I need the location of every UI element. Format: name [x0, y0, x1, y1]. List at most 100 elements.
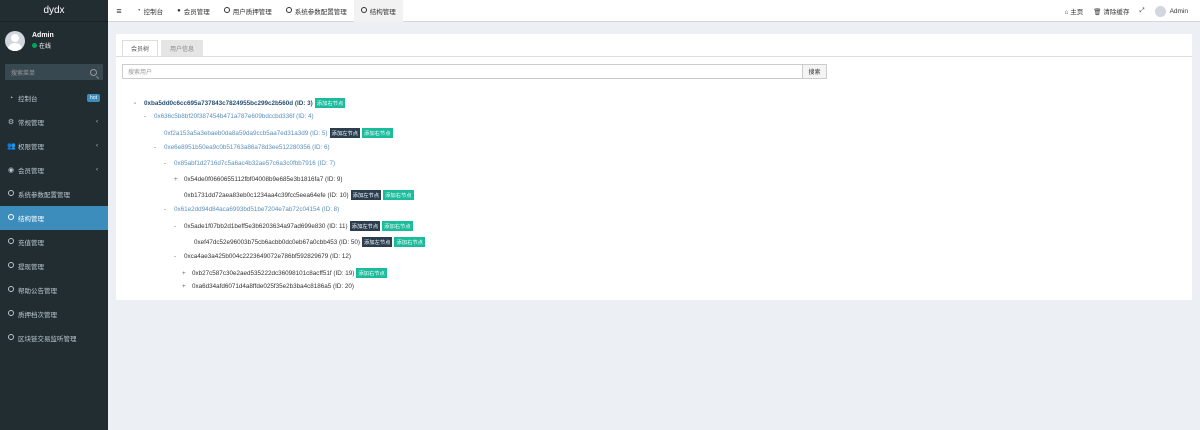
sidebar-item-dashboard[interactable]: ◔ 控制台 hot	[0, 86, 108, 110]
tree-node-label: 0xca4ae3a425b004c2223649072e786bf5928296…	[184, 253, 352, 260]
chevron-left-icon: ‹	[96, 143, 98, 149]
sidebar-search-input[interactable]: 搜索菜单	[5, 64, 103, 80]
add-left-node-button[interactable]: 添加左节点	[350, 190, 382, 200]
add-right-node-button[interactable]: 添加右节点	[383, 190, 414, 200]
tab-system-config[interactable]: 系统参数配置管理	[279, 0, 354, 22]
circle-icon	[360, 6, 367, 15]
avatar	[5, 31, 25, 51]
chevron-left-icon: ‹	[96, 167, 98, 173]
add-left-node-button[interactable]: 添加左节点	[329, 128, 361, 138]
circle-icon	[7, 190, 15, 198]
collapse-icon[interactable]: -	[144, 113, 154, 120]
collapse-icon[interactable]: -	[164, 206, 174, 213]
add-left-node-button[interactable]: 添加左节点	[361, 237, 393, 247]
sidebar-item-label: 充值管理	[18, 240, 44, 247]
tree-node[interactable]: -0xca4ae3a425b004c2223649072e786bf592829…	[174, 253, 351, 260]
sidebar-item-label: 区块链交易监听管理	[18, 336, 77, 343]
menu-toggle-icon[interactable]: ≡	[108, 0, 130, 22]
add-left-node-button[interactable]: 添加左节点	[349, 221, 381, 231]
sidebar: dydx Admin 在线 搜索菜单 ◔ 控制台 hot ⚙ 常规管理 ‹ 👥 …	[0, 0, 108, 430]
circle-icon	[285, 6, 292, 15]
sidebar-menu: ◔ 控制台 hot ⚙ 常规管理 ‹ 👥 权限管理 ‹ ◉ 会员管理 ‹ 系统参…	[0, 86, 108, 350]
search-row: 搜索用户 搜索	[122, 64, 827, 79]
search-icon[interactable]	[90, 68, 97, 76]
sidebar-item-blockchain[interactable]: 区块链交易监听管理	[0, 326, 108, 350]
group-icon: 👥	[7, 143, 16, 150]
tab-structure[interactable]: 结构管理	[353, 0, 403, 22]
sidebar-item-general[interactable]: ⚙ 常规管理 ‹	[0, 110, 108, 134]
sidebar-item-system-config[interactable]: 系统参数配置管理	[0, 182, 108, 206]
circle-icon	[7, 310, 15, 318]
search-button[interactable]: 搜索	[803, 64, 827, 79]
tab-label: 控制台	[143, 8, 164, 16]
cogs-icon: ⚙	[7, 119, 15, 126]
collapse-icon[interactable]: -	[154, 144, 164, 151]
tab-user-info[interactable]: 用户信息	[161, 40, 204, 56]
collapse-icon[interactable]: -	[174, 223, 184, 230]
tree-node-label: 0x61e2dd94d84aca6993bd51be7204e7ab72c041…	[174, 206, 340, 213]
collapse-icon[interactable]: -	[174, 253, 184, 260]
tree-node[interactable]: -0x5ade1f07bb2d1beff5e3b6203634a97ad699e…	[174, 221, 413, 231]
dashboard-icon: ◔	[137, 7, 141, 14]
tree-node-label: 0x5ade1f07bb2d1beff5e3b6203634a97ad699e8…	[184, 222, 348, 230]
tree-node[interactable]: 0xf2a153a5a3ebaeb0da8a59da9ccb5aa7ed31a3…	[164, 128, 393, 138]
add-right-node-button[interactable]: 添加右节点	[356, 268, 387, 278]
admin-menu[interactable]: Admin	[1154, 5, 1188, 17]
app-logo[interactable]: dydx	[0, 0, 108, 22]
tree-node[interactable]: -0x61e2dd94d84aca6993bd51be7204e7ab72c04…	[164, 206, 339, 213]
tree-node[interactable]: -0x636c5b8bf20f387454b471a787e609bdccbd3…	[144, 113, 314, 120]
sidebar-item-label: 结构管理	[18, 216, 44, 223]
tree-node[interactable]: -0xe6e8951b50ea9c0b51763a86a78d3ee512280…	[154, 144, 330, 151]
tree-node-label: 0xa6d34afd6071d4a8ffde025f35e2b3ba4c8186…	[192, 283, 354, 290]
tab-divider	[116, 56, 1192, 57]
sidebar-item-help[interactable]: 帮助公告管理	[0, 278, 108, 302]
circle-icon	[7, 262, 15, 270]
collapse-icon[interactable]: -	[164, 160, 174, 167]
tab-user-staking[interactable]: 用户质押管理	[217, 0, 279, 22]
sidebar-item-permission[interactable]: 👥 权限管理 ‹	[0, 134, 108, 158]
tree-node[interactable]: 0xef47dc52e96003b75cb6acbb0dc0eb67a0cbb4…	[194, 237, 425, 247]
collapse-icon[interactable]: -	[134, 100, 144, 107]
clear-cache-button[interactable]: 🗑 清除缓存	[1093, 6, 1129, 16]
sidebar-item-recharge[interactable]: 充值管理	[0, 230, 108, 254]
search-user-input[interactable]: 搜索用户	[122, 64, 803, 79]
content-panel: 会员树 用户信息 搜索用户 搜索 -0xba5dd0c6cc695a737843…	[116, 34, 1192, 300]
chevron-left-icon: ‹	[96, 119, 98, 125]
sidebar-item-label: 会员管理	[18, 168, 44, 175]
home-label: 主页	[1070, 9, 1084, 16]
sidebar-item-label: 系统参数配置管理	[18, 192, 70, 199]
user-icon: ●	[177, 7, 181, 14]
sidebar-item-members[interactable]: ◉ 会员管理 ‹	[0, 158, 108, 182]
tree-node[interactable]: -0xba5dd0c6cc695a737843c7824955bc299c2b5…	[134, 98, 346, 108]
add-right-node-button[interactable]: 添加右节点	[362, 128, 393, 138]
tab-members[interactable]: ● 会员管理	[170, 0, 217, 22]
sidebar-item-staking[interactable]: 质押档次管理	[0, 302, 108, 326]
admin-label: Admin	[1169, 7, 1188, 15]
tab-dashboard[interactable]: ◔ 控制台	[130, 0, 170, 22]
add-right-node-button[interactable]: 添加右节点	[382, 221, 413, 231]
tree-node[interactable]: 0xb1731dd72aea83eb0c1234aa4c39fcc5eea64e…	[184, 190, 414, 200]
sidebar-item-label: 权限管理	[18, 144, 44, 151]
expand-icon[interactable]: +	[182, 283, 192, 290]
tree-node[interactable]: +0xa6d34afd6071d4a8ffde025f35e2b3ba4c818…	[182, 283, 354, 290]
tree-node[interactable]: +0xb27c587c30e2aed535222dc36098101c8acff…	[182, 268, 387, 278]
online-dot-icon	[32, 43, 37, 48]
add-right-node-button[interactable]: 添加右节点	[394, 237, 425, 247]
tab-label: 结构管理	[369, 8, 396, 16]
sidebar-item-label: 常规管理	[18, 120, 44, 127]
add-right-node-button[interactable]: 添加右节点	[314, 98, 346, 108]
home-link[interactable]: ⌂ 主页	[1065, 6, 1084, 16]
tree-node-label: 0xef47dc52e96003b75cb6acbb0dc0eb67a0cbb4…	[194, 238, 360, 246]
tree-node[interactable]: -0x85abf1d2716d7c5a6ac4b32ae57c6a3c0fbb7…	[164, 160, 335, 167]
tree-node-label: 0x636c5b8bf20f387454b471a787e609bdccbd33…	[154, 113, 314, 120]
tree-node[interactable]: +0x54de0f0660655112fbf04008b9e685e3b1816…	[174, 176, 343, 183]
sidebar-item-structure[interactable]: 结构管理	[0, 206, 108, 230]
user-name: Admin	[32, 32, 54, 39]
tab-member-tree[interactable]: 会员树	[122, 40, 159, 56]
fullscreen-icon[interactable]: ⤢	[1139, 7, 1144, 15]
expand-icon[interactable]: +	[182, 270, 192, 277]
tree-node-label: 0xba5dd0c6cc695a737843c7824955bc299c2b56…	[144, 99, 313, 107]
expand-icon[interactable]: +	[174, 176, 184, 183]
user-status-label: 在线	[39, 44, 52, 50]
sidebar-item-withdraw[interactable]: 提现管理	[0, 254, 108, 278]
